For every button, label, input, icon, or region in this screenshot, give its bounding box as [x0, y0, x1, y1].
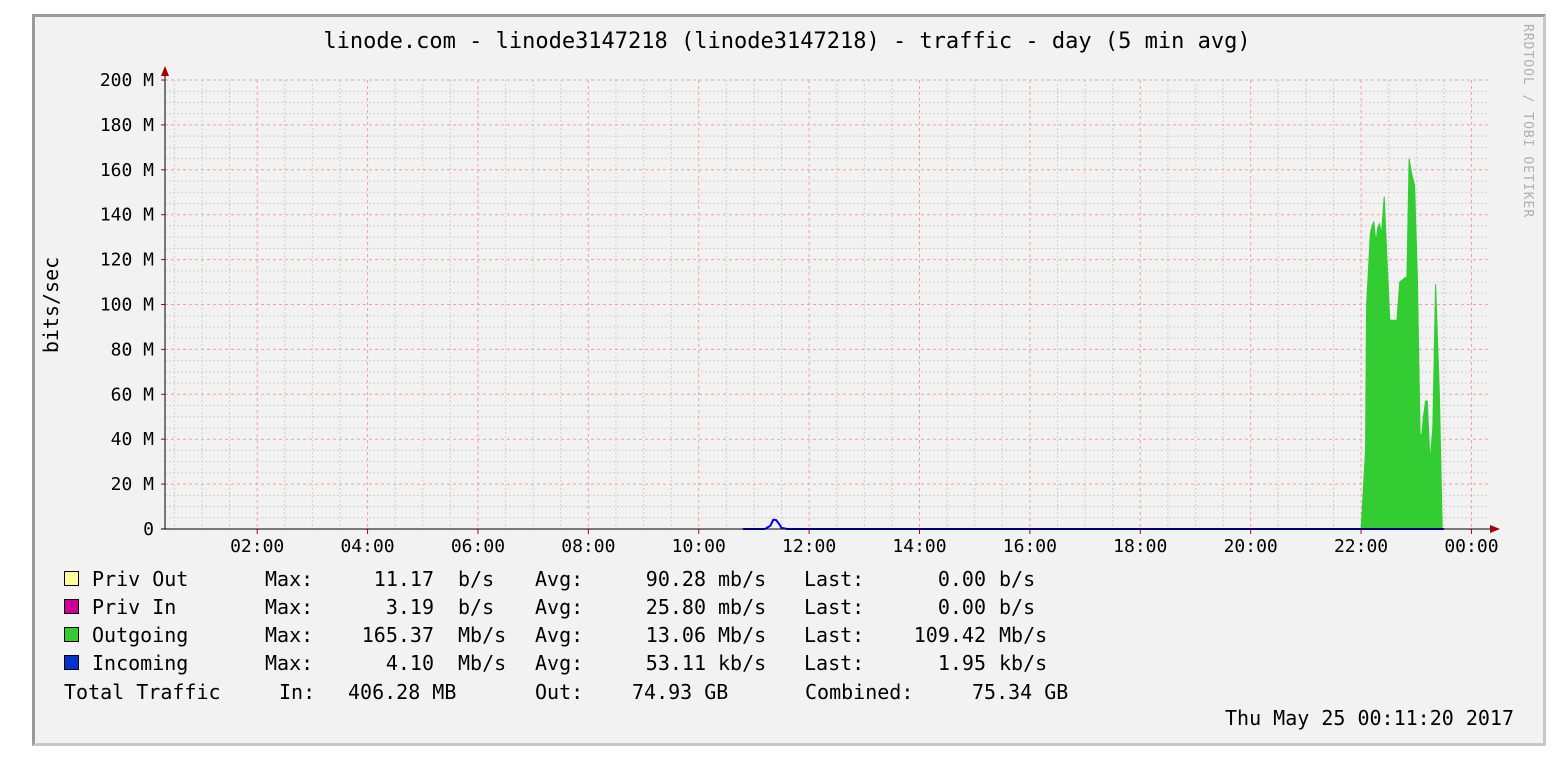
legend-series-name: Priv In: [92, 595, 177, 619]
legend-max-unit: Mb/s: [458, 651, 507, 675]
legend-last-value: 1.95: [937, 651, 986, 675]
legend-swatch: [64, 599, 79, 614]
legend-max-label: Max:: [265, 651, 314, 675]
y-tick-label: 80 M: [111, 339, 155, 360]
series-line-incoming: [742, 518, 1444, 530]
legend-last-label: Last:: [804, 567, 865, 591]
total-in-value: 406.28 MB: [348, 680, 457, 704]
traffic-chart: 0 20 M 40 M 60 M 80 M 100 M 120 M 140 M 160 M 180…: [39, 29, 1500, 557]
total-combined-label: Combined:: [805, 680, 914, 704]
total-combined-value: 75.34 GB: [972, 680, 1069, 704]
legend-swatch: [64, 571, 79, 586]
legend-avg-value: 25.80: [645, 595, 706, 619]
y-tick-label: 200 M: [100, 70, 154, 91]
watermark: RRDTOOL / TOBI OETIKER: [1520, 24, 1535, 219]
y-tick-label: 40 M: [111, 429, 155, 450]
legend-last-label: Last:: [804, 623, 865, 647]
legend-swatch: [64, 627, 79, 642]
legend-last-unit: kb/s: [999, 651, 1048, 675]
legend-avg-label: Avg:: [535, 595, 584, 619]
total-traffic-label: Total Traffic: [64, 680, 221, 704]
x-tick-label: 02:00: [230, 536, 284, 557]
x-tick-label: 04:00: [340, 536, 394, 557]
x-tick-label: 00:00: [1444, 536, 1498, 557]
chart-title: linode.com - linode3147218 (linode314721…: [323, 29, 1250, 54]
series-area-outgoing: [1360, 158, 1445, 530]
legend-max-unit: Mb/s: [458, 623, 507, 647]
legend-series-name: Outgoing: [92, 623, 189, 647]
legend-max-value: 3.19: [385, 595, 434, 619]
legend-avg-unit: mb/s: [718, 567, 767, 591]
legend-max-value: 11.17: [373, 567, 434, 591]
legend-last-unit: b/s: [999, 567, 1036, 591]
y-axis-label: bits/sec: [39, 257, 63, 353]
legend-series-name: Incoming: [92, 651, 189, 675]
legend-last-value: 0.00: [937, 595, 986, 619]
x-axis-arrow: [1490, 525, 1500, 533]
x-tick-label: 06:00: [451, 536, 505, 557]
y-tick-label: 100 M: [100, 295, 154, 316]
legend-last-unit: Mb/s: [999, 623, 1048, 647]
total-out-value: 74.93 GB: [632, 680, 729, 704]
x-tick-label: 14:00: [892, 536, 946, 557]
total-in-label: In:: [279, 680, 316, 704]
legend-last-label: Last:: [804, 651, 865, 675]
legend-max-unit: b/s: [458, 567, 495, 591]
legend-series-name: Priv Out: [92, 567, 189, 591]
y-tick-label: 20 M: [111, 474, 155, 495]
legend-avg-label: Avg:: [535, 623, 584, 647]
legend-max-label: Max:: [265, 623, 314, 647]
x-tick-label: 16:00: [1003, 536, 1057, 557]
legend-max-value: 4.10: [385, 651, 434, 675]
legend-avg-value: 13.06: [645, 623, 706, 647]
legend-last-value: 0.00: [937, 567, 986, 591]
y-axis-arrow: [161, 66, 169, 76]
legend-last-label: Last:: [804, 595, 865, 619]
y-tick-label: 0: [143, 519, 154, 540]
legend-max-label: Max:: [265, 567, 314, 591]
x-tick-label: 22:00: [1334, 536, 1388, 557]
total-out-label: Out:: [535, 680, 584, 704]
x-tick-label: 20:00: [1224, 536, 1278, 557]
legend-avg-label: Avg:: [535, 567, 584, 591]
legend-avg-unit: kb/s: [718, 651, 767, 675]
legend-max-value: 165.37: [361, 623, 434, 647]
legend-avg-unit: mb/s: [718, 595, 767, 619]
legend-last-unit: b/s: [999, 595, 1036, 619]
x-tick-label: 10:00: [672, 536, 726, 557]
y-tick-label: 140 M: [100, 205, 154, 226]
x-tick-label: 08:00: [561, 536, 615, 557]
timestamp: Thu May 25 00:11:20 2017: [1225, 706, 1514, 730]
y-tick-label: 60 M: [111, 384, 155, 405]
legend-avg-value: 90.28: [645, 567, 706, 591]
legend-avg-value: 53.11: [645, 651, 706, 675]
x-tick-label: 18:00: [1113, 536, 1167, 557]
legend-last-value: 109.42: [913, 623, 986, 647]
legend-max-label: Max:: [265, 595, 314, 619]
y-tick-label: 180 M: [100, 115, 154, 136]
legend-swatch: [64, 655, 79, 670]
y-tick-label: 120 M: [100, 250, 154, 271]
legend-avg-label: Avg:: [535, 651, 584, 675]
y-tick-label: 160 M: [100, 160, 154, 181]
legend-max-unit: b/s: [458, 595, 495, 619]
x-tick-label: 12:00: [782, 536, 836, 557]
legend-avg-unit: Mb/s: [718, 623, 767, 647]
